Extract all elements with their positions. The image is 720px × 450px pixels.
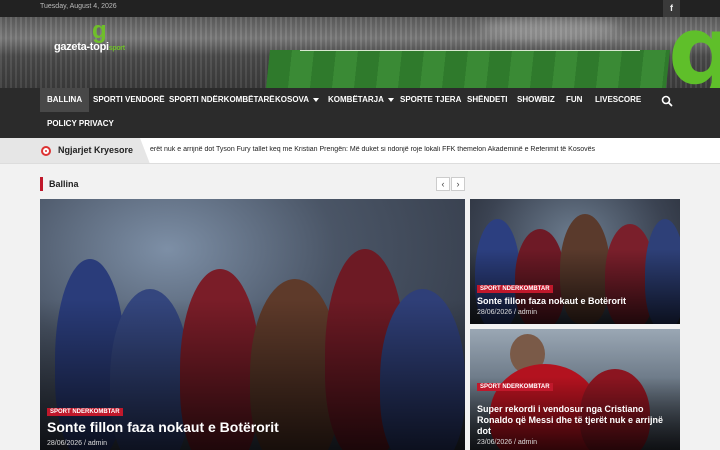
stadium-pitch-image xyxy=(266,50,670,88)
post-date: 28/06/2026 xyxy=(47,440,83,447)
featured-post-main[interactable]: SPORT NDERKOMBTAR Sonte fillon faza noka… xyxy=(40,199,465,450)
nav-label: LIVESCORE xyxy=(595,95,642,104)
nav-label: SHËNDETI xyxy=(467,95,508,104)
post-author[interactable]: admin xyxy=(518,309,537,316)
category-badge[interactable]: SPORT NDERKOMBTAR xyxy=(47,408,123,416)
nav-label: SPORTE TJERA xyxy=(400,95,462,104)
post-meta: 28/06/2026 / admin xyxy=(477,309,537,316)
watermark-g: g xyxy=(668,17,720,88)
chevron-down-icon xyxy=(313,97,320,102)
featured-post-side-1[interactable]: SPORT NDERKOMBTAR Sonte fillon faza noka… xyxy=(470,199,680,324)
post-date: 28/06/2026 xyxy=(477,309,513,316)
stadium-lights-image xyxy=(480,17,620,39)
post-title[interactable]: Sonte fillon faza nokaut e Botërorit xyxy=(47,419,447,436)
nav-item-policy-privacy[interactable]: POLICY PRIVACY xyxy=(40,112,121,136)
nav-item-sporte-tjera[interactable]: SPORTE TJERA xyxy=(393,88,468,112)
logo-text-sport: sport xyxy=(108,45,125,52)
nav-item-sporti-nderkombetare[interactable]: SPORTI NDËRKOMBËTARË xyxy=(162,88,282,112)
nav-item-ballina[interactable]: BALLINA xyxy=(40,88,90,112)
category-badge[interactable]: SPORT NDERKOMBTAR xyxy=(477,383,553,391)
nav-item-kombetarja[interactable]: KOMBËTARJA xyxy=(321,88,401,112)
logo-g-mark: g xyxy=(92,17,107,44)
facebook-icon[interactable]: f xyxy=(663,0,680,17)
nav-label: POLICY PRIVACY xyxy=(47,119,114,128)
ticker-items: erët nuk e arrijnë dot Tyson Fury tallet… xyxy=(150,146,680,158)
nav-label: SHOWBIZ xyxy=(517,95,555,104)
brand-watermark-logo: g xyxy=(668,17,720,88)
main-navigation: BALLINA SPORTI VENDORË SPORTI NDËRKOMBËT… xyxy=(0,88,720,138)
nav-label: FUN xyxy=(566,95,583,104)
nav-item-kosova[interactable]: KOSOVA xyxy=(268,88,326,112)
post-meta: 28/06/2026 / admin xyxy=(47,440,107,447)
slider-next-button[interactable]: › xyxy=(451,177,465,191)
nav-label: SPORTI NDËRKOMBËTARË xyxy=(169,95,275,104)
top-bar: Tuesday, August 4, 2026 f xyxy=(0,0,720,17)
post-meta: 23/06/2026 / admin xyxy=(477,439,537,446)
slider-prev-button[interactable]: ‹ xyxy=(436,177,450,191)
featured-post-side-2[interactable]: SPORT NDERKOMBTAR Super rekordi i vendos… xyxy=(470,329,680,450)
section-title: Ballina xyxy=(40,177,79,191)
nav-item-shendeti[interactable]: SHËNDETI xyxy=(460,88,514,112)
category-badge[interactable]: SPORT NDERKOMBTAR xyxy=(477,285,553,293)
nav-label: KOMBËTARJA xyxy=(328,95,384,104)
logo-text-main: gazeta-topi xyxy=(54,41,109,53)
nav-label: SPORTI VENDORË xyxy=(93,95,165,104)
ticker-title: Ngjarjet Kryesore xyxy=(58,145,134,155)
post-author[interactable]: admin xyxy=(518,439,537,446)
post-date: 23/06/2026 xyxy=(477,439,513,446)
nav-item-fun[interactable]: FUN xyxy=(559,88,589,112)
ticker-item[interactable]: erët nuk e arrijnë dot xyxy=(150,146,214,153)
nav-label: BALLINA xyxy=(47,95,83,104)
nav-item-sporti-vendore[interactable]: SPORTI VENDORË xyxy=(86,88,172,112)
post-title[interactable]: Super rekordi i vendosur nga Cristiano R… xyxy=(477,404,677,436)
post-title[interactable]: Sonte fillon faza nokaut e Botërorit xyxy=(477,296,677,307)
logo-text: gazeta-topisport xyxy=(54,41,125,53)
ticker-item[interactable]: Tyson Fury tallet keq me Kristian Prengë… xyxy=(216,146,440,153)
search-icon[interactable] xyxy=(660,94,674,108)
nav-item-livescore[interactable]: LIVESCORE xyxy=(588,88,648,112)
breaking-news-ticker: Ngjarjet Kryesore erët nuk e arrijnë dot… xyxy=(0,138,720,164)
live-dot-icon xyxy=(41,146,51,156)
current-date: Tuesday, August 4, 2026 xyxy=(40,3,117,10)
pitch-line xyxy=(300,50,640,51)
post-author[interactable]: admin xyxy=(88,440,107,447)
nav-item-showbiz[interactable]: SHOWBIZ xyxy=(510,88,562,112)
ticker-item[interactable]: FFK themelon Akademinë e Referimit të Ko… xyxy=(442,146,595,153)
nav-label: KOSOVA xyxy=(275,95,310,104)
